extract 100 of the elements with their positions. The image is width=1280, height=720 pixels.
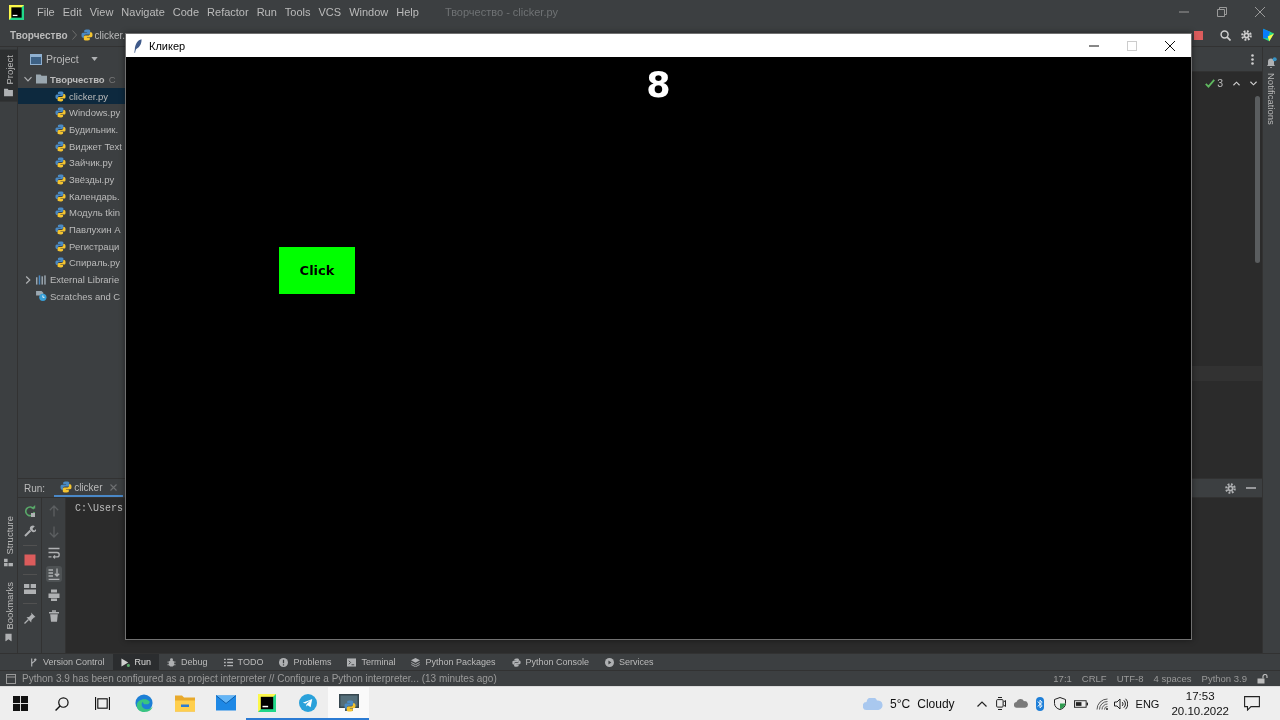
clock-time[interactable]: 17:53	[1185, 688, 1215, 704]
problems-count[interactable]: 3	[1217, 77, 1223, 89]
tool-window-button[interactable]: Debug	[159, 654, 216, 670]
logo-icon[interactable]	[1263, 28, 1274, 42]
tool-window-tab[interactable]: Project	[0, 50, 18, 102]
caret-down-icon[interactable]	[90, 57, 98, 61]
tree-item[interactable]: Календарь.	[18, 187, 125, 205]
status-item[interactable]: 4 spaces	[1153, 673, 1192, 684]
tool-window-button[interactable]: Python Console	[503, 654, 598, 670]
menu-item[interactable]: VCS	[318, 6, 342, 18]
tree-item[interactable]: Регистраци	[18, 237, 125, 255]
tree-item[interactable]: Scratches and C	[18, 287, 125, 305]
chevron-up-icon[interactable]	[976, 700, 987, 707]
print-icon[interactable]	[47, 589, 60, 601]
folder-icon	[4, 88, 13, 97]
tree-item[interactable]: External Librarie	[18, 271, 125, 288]
menu-item[interactable]: File	[37, 6, 55, 18]
chevron-down-icon[interactable]	[24, 75, 32, 84]
python-file-icon	[55, 190, 66, 202]
check-icon[interactable]	[1205, 78, 1216, 88]
menu-item[interactable]: Code	[172, 6, 200, 18]
soft-wrap-icon[interactable]	[47, 547, 60, 559]
status-item[interactable]: 17:1	[1053, 673, 1072, 684]
language-indicator[interactable]: ENG	[1135, 697, 1160, 710]
menu-item[interactable]: View	[89, 6, 114, 18]
close-icon[interactable]	[1165, 40, 1175, 51]
layout-icon[interactable]	[23, 583, 36, 595]
settings-icon[interactable]	[1241, 29, 1252, 41]
notification-icon[interactable]	[1244, 696, 1260, 711]
trash-icon[interactable]	[47, 610, 60, 622]
tree-item[interactable]: Павлухин А	[18, 221, 125, 238]
tree-item[interactable]: Модуль tkin	[18, 204, 125, 222]
minimize-icon[interactable]	[1089, 44, 1099, 47]
status-item[interactable]: UTF-8	[1116, 673, 1144, 684]
menu-item[interactable]: Tools	[284, 6, 311, 18]
tree-item[interactable]: Спираль.py	[18, 254, 125, 272]
menu-item[interactable]: Navigate	[121, 6, 165, 18]
tree-item[interactable]: Виджет Text	[18, 137, 125, 155]
restore-icon[interactable]	[1217, 7, 1227, 17]
scratch-file-icon	[36, 291, 47, 302]
task-view-icon[interactable]	[95, 696, 110, 711]
chevron-right-icon[interactable]	[24, 275, 32, 284]
more-options-icon[interactable]	[1251, 53, 1254, 65]
taskbar-app-button[interactable]	[328, 687, 369, 720]
menu-item[interactable]: Refactor	[207, 6, 249, 18]
tool-window-button[interactable]: Run	[112, 654, 160, 670]
settings-icon[interactable]	[1225, 482, 1236, 494]
bug-icon	[167, 657, 177, 667]
menu-item[interactable]: Edit	[62, 6, 82, 18]
shield-icon[interactable]	[1053, 697, 1066, 710]
stop-icon[interactable]	[23, 554, 36, 566]
tree-item[interactable]: Будильник.	[18, 121, 125, 138]
tree-item[interactable]: Звёзды.py	[18, 171, 125, 188]
tool-window-button[interactable]: Version Control	[21, 654, 113, 670]
breadcrumb-item[interactable]: clicker.	[94, 29, 126, 41]
stop-icon[interactable]	[1194, 30, 1203, 40]
speaker-icon[interactable]	[1113, 697, 1128, 710]
tool-window-button[interactable]: TODO	[215, 654, 272, 670]
clock-date[interactable]: 20.10.2022	[1171, 703, 1229, 719]
scroll-to-end-icon[interactable]	[45, 566, 62, 582]
chevron-down-icon[interactable]	[1250, 80, 1257, 86]
status-item[interactable]: CRLF	[1081, 673, 1107, 684]
search-icon[interactable]	[54, 696, 69, 711]
pin-icon[interactable]	[23, 612, 36, 624]
battery-icon[interactable]	[1073, 699, 1088, 708]
weather-condition[interactable]: Cloudy	[917, 696, 955, 711]
tool-window-button[interactable]: Services	[597, 654, 662, 670]
menu-item[interactable]: Run	[256, 6, 277, 18]
panel-toggle-icon[interactable]	[6, 673, 16, 684]
click-button[interactable]: Click	[279, 247, 355, 294]
search-icon[interactable]	[1220, 29, 1231, 41]
start-icon[interactable]	[13, 696, 28, 711]
tree-item[interactable]: clicker.py	[18, 87, 125, 105]
python-file-icon	[55, 173, 66, 185]
tool-window-button[interactable]: Problems	[271, 654, 340, 670]
camera-icon[interactable]	[995, 697, 1006, 710]
run-tab[interactable]: clicker	[54, 479, 124, 497]
notifications-tab[interactable]: Notifications	[1266, 57, 1277, 125]
layers-icon	[411, 657, 421, 667]
lock-icon[interactable]	[1257, 673, 1268, 684]
wifi-icon[interactable]	[1095, 697, 1108, 710]
panel-title[interactable]: Project	[46, 53, 79, 65]
tool-window-button[interactable]: Python Packages	[403, 654, 504, 670]
cloud-icon[interactable]	[1013, 699, 1028, 708]
tree-item[interactable]: Windows.py	[18, 104, 125, 122]
wrench-icon[interactable]	[23, 525, 36, 537]
tool-window-button[interactable]: Terminal	[339, 654, 404, 670]
python-file-icon	[55, 107, 66, 119]
bluetooth-icon[interactable]	[1035, 696, 1044, 711]
menu-item[interactable]: Help	[396, 6, 419, 18]
status-message[interactable]: Python 3.9 has been configured as a project interpreter // Configure a Python interpreter... (13 minutes ago)	[22, 673, 497, 684]
rerun-icon[interactable]	[23, 505, 36, 517]
breadcrumb-item[interactable]: Творчество	[10, 29, 68, 41]
scrollbar[interactable]	[1255, 96, 1260, 263]
tool-window-tab[interactable]: Structure	[0, 510, 18, 572]
tree-item[interactable]: Зайчик.py	[18, 154, 125, 172]
menu-item[interactable]: Window	[349, 6, 389, 18]
status-item[interactable]: Python 3.9	[1201, 673, 1247, 684]
weather-temperature[interactable]: 5°C	[890, 696, 911, 711]
tool-window-tab[interactable]: Bookmarks	[0, 577, 18, 647]
